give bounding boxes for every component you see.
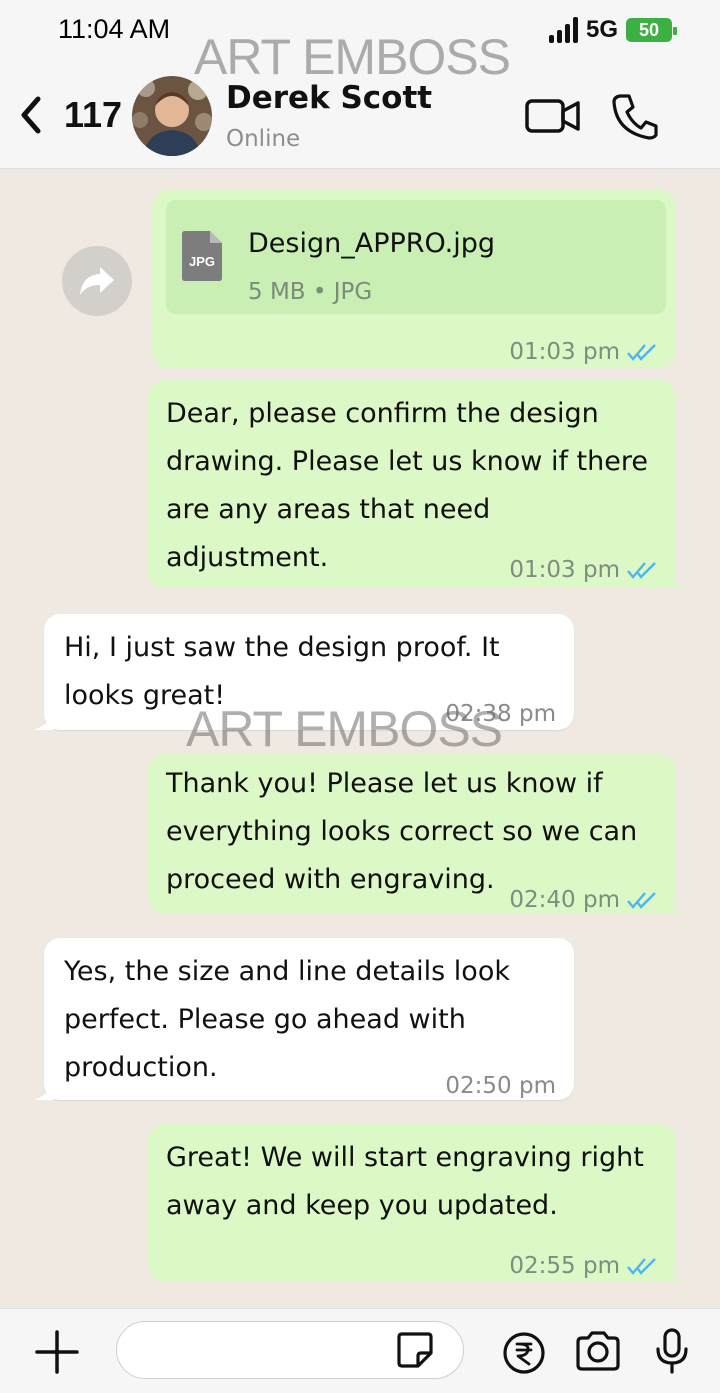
- read-ticks-icon: [627, 892, 656, 909]
- timestamp-text: 02:40 pm: [509, 887, 620, 913]
- bubble-tail: [34, 714, 54, 730]
- bubble-tail: [666, 898, 686, 914]
- camera-icon[interactable]: [574, 1329, 622, 1373]
- chat-area[interactable]: JPG Design_APPRO.jpg 5 MB • JPG 01:03 pm…: [0, 168, 720, 1308]
- mic-icon[interactable]: [652, 1327, 692, 1375]
- video-call-icon[interactable]: [524, 96, 582, 136]
- message-text: Great! We will start engraving right awa…: [166, 1142, 644, 1221]
- avatar[interactable]: [132, 76, 212, 156]
- timestamp-text: 02:50 pm: [445, 1073, 556, 1099]
- status-time: 11:04 AM: [58, 14, 171, 44]
- message-timestamp: 02:55 pm: [509, 1242, 658, 1290]
- battery-level: 50: [638, 19, 660, 40]
- message-timestamp: 02:40 pm: [509, 876, 658, 924]
- file-type-badge: JPG: [189, 254, 215, 269]
- status-indicators: 5G 50: [548, 16, 677, 44]
- timestamp-text: 02:55 pm: [509, 1253, 620, 1279]
- read-ticks-icon: [627, 1258, 656, 1275]
- file-message-bubble[interactable]: JPG Design_APPRO.jpg 5 MB • JPG 01:03 pm: [152, 190, 676, 368]
- timestamp-text: 01:03 pm: [509, 557, 620, 583]
- message-bubble-outgoing[interactable]: Dear, please confirm the design drawing.…: [148, 380, 686, 588]
- file-icon: JPG: [182, 231, 222, 281]
- network-label: 5G: [585, 16, 618, 43]
- timestamp-text: 02:38 pm: [445, 701, 556, 727]
- message-bubble-outgoing[interactable]: Thank you! Please let us know if everyth…: [148, 754, 686, 914]
- back-chevron-icon: [21, 96, 41, 134]
- plus-icon[interactable]: [34, 1329, 80, 1375]
- rupee-icon[interactable]: [502, 1331, 546, 1375]
- message-timestamp: 02:38 pm: [445, 690, 556, 738]
- read-ticks-icon: [627, 562, 656, 579]
- message-bubble-outgoing[interactable]: Great! We will start engraving right awa…: [148, 1124, 686, 1282]
- bubble-tail: [666, 572, 686, 588]
- message-timestamp: 02:50 pm: [445, 1062, 556, 1110]
- back-button[interactable]: 117: [14, 94, 122, 136]
- composer-bar: [0, 1308, 720, 1393]
- sticker-icon[interactable]: [396, 1331, 434, 1369]
- contact-name[interactable]: Derek Scott: [226, 80, 432, 116]
- message-timestamp: 01:03 pm: [509, 546, 658, 594]
- bubble-tail: [34, 1084, 54, 1100]
- bubble-tail: [666, 1266, 686, 1282]
- file-name: Design_APPRO.jpg: [248, 228, 496, 259]
- file-attachment[interactable]: JPG Design_APPRO.jpg 5 MB • JPG: [166, 200, 666, 314]
- unread-count: 117: [64, 94, 123, 135]
- forward-icon: [80, 267, 114, 295]
- contact-status: Online: [226, 126, 301, 152]
- status-bar: 11:04 AM 5G 50: [0, 0, 720, 66]
- message-timestamp: 01:03 pm: [509, 328, 658, 376]
- chat-header: 117 Derek Scott Online: [0, 66, 720, 169]
- message-bubble-incoming[interactable]: Hi, I just saw the design proof. It look…: [34, 614, 574, 730]
- timestamp-text: 01:03 pm: [509, 339, 620, 365]
- message-bubble-incoming[interactable]: Yes, the size and line details look perf…: [34, 938, 574, 1100]
- read-ticks-icon: [627, 344, 656, 361]
- message-text: Yes, the size and line details look perf…: [64, 956, 510, 1083]
- forward-button[interactable]: [62, 246, 132, 316]
- battery-icon: 50: [626, 18, 677, 42]
- file-meta: 5 MB • JPG: [248, 279, 373, 305]
- signal-icon: [548, 17, 578, 43]
- phone-icon[interactable]: [610, 92, 660, 140]
- message-text: Hi, I just saw the design proof. It look…: [64, 632, 500, 711]
